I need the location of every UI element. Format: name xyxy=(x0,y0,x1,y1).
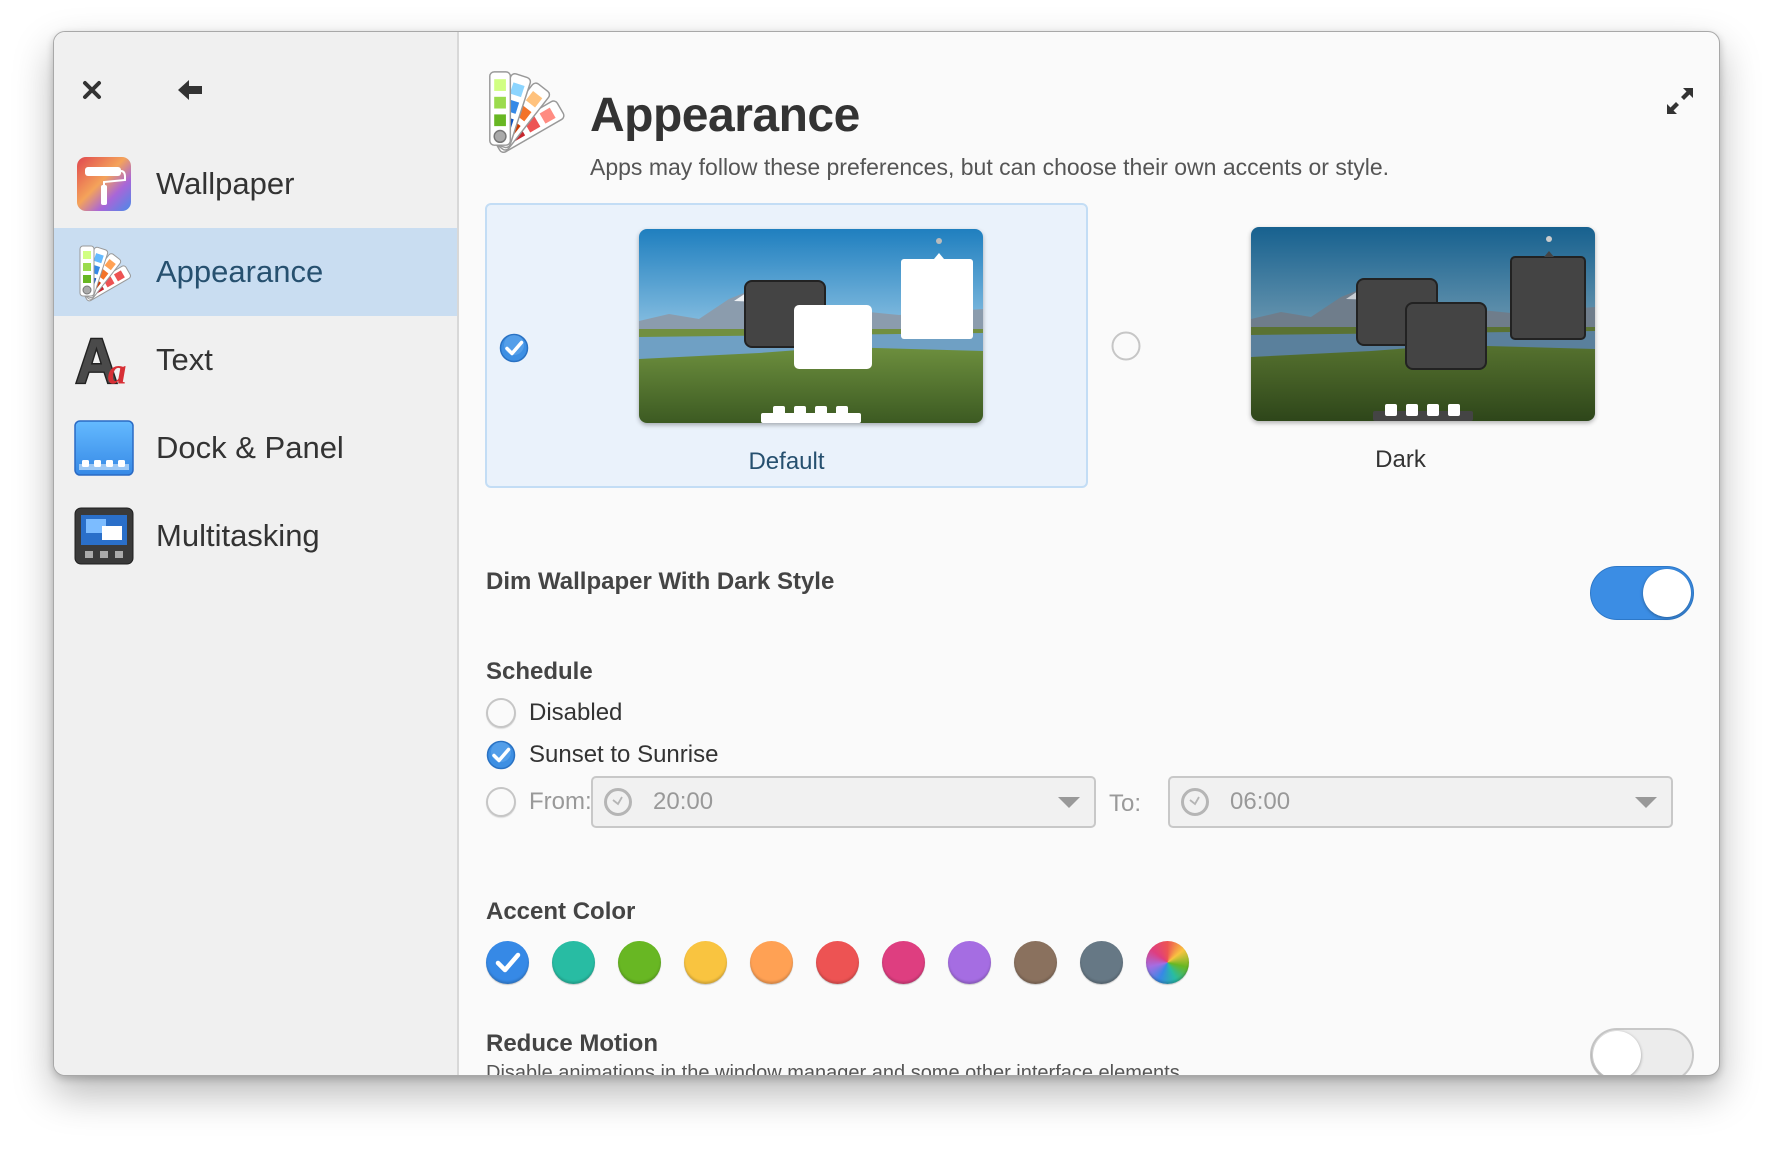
sidebar-item-dock-panel[interactable]: Dock & Panel xyxy=(54,404,457,492)
color-swatch-fan-icon xyxy=(481,66,569,154)
page-subtitle: Apps may follow these preferences, but c… xyxy=(590,154,1390,180)
style-option-label: Default xyxy=(748,448,825,475)
sidebar-item-wallpaper[interactable]: Wallpaper xyxy=(54,140,457,228)
sidebar-item-label: Wallpaper xyxy=(156,166,295,201)
accent-swatch-auto[interactable] xyxy=(1146,941,1189,984)
dark-style-preview xyxy=(1251,227,1595,421)
from-time-value: 20:00 xyxy=(653,788,714,815)
sidebar-item-appearance[interactable]: Appearance xyxy=(54,228,457,316)
chevron-down-icon xyxy=(1058,797,1080,808)
clock-icon xyxy=(604,788,632,816)
accent-swatch-bubblegum[interactable] xyxy=(882,941,925,984)
accent-color-swatches xyxy=(486,941,1212,984)
radio-unchecked-icon xyxy=(486,698,516,728)
accent-swatch-cocoa[interactable] xyxy=(1014,941,1057,984)
close-button[interactable] xyxy=(72,70,112,110)
reduce-motion-description: Disable animations in the window manager… xyxy=(486,1062,1186,1076)
style-option-default[interactable]: Default xyxy=(485,203,1088,488)
sidebar-item-label: Multitasking xyxy=(156,518,320,553)
radio-label: Disabled xyxy=(529,699,623,726)
accent-swatch-blue[interactable] xyxy=(486,941,529,984)
page-title: Appearance xyxy=(590,89,860,142)
wallpaper-roller-icon xyxy=(74,154,134,214)
accent-swatch-grape[interactable] xyxy=(948,941,991,984)
chevron-down-icon xyxy=(1635,797,1657,808)
accent-swatch-lime[interactable] xyxy=(618,941,661,984)
radio-label: From: xyxy=(529,788,592,815)
sidebar-nav: Wallpaper Appearance a Text Dock & Panel… xyxy=(54,140,457,580)
checkmark-icon xyxy=(495,952,520,972)
accent-swatch-strawberry[interactable] xyxy=(816,941,859,984)
accent-swatch-mint[interactable] xyxy=(552,941,595,984)
sidebar-item-label: Dock & Panel xyxy=(156,430,344,465)
sidebar-item-label: Text xyxy=(156,342,213,377)
to-time-value: 06:00 xyxy=(1230,788,1291,815)
appearance-pane: Appearance Apps may follow these prefere… xyxy=(459,32,1719,1075)
sidebar-item-label: Appearance xyxy=(156,254,324,289)
to-label: To: xyxy=(1109,790,1142,817)
accent-swatch-orange[interactable] xyxy=(750,941,793,984)
radio-checked-icon[interactable] xyxy=(499,333,529,363)
sidebar-item-text[interactable]: a Text xyxy=(54,316,457,404)
from-time-select[interactable]: 20:00 xyxy=(591,776,1096,828)
reduce-motion-label: Reduce Motion xyxy=(486,1030,658,1057)
to-time-select[interactable]: 06:00 xyxy=(1168,776,1673,828)
accent-swatch-slate[interactable] xyxy=(1080,941,1123,984)
settings-window: Wallpaper Appearance a Text Dock & Panel… xyxy=(53,31,1720,1076)
dim-wallpaper-toggle[interactable] xyxy=(1590,566,1694,620)
back-arrow-icon xyxy=(178,80,202,100)
schedule-title: Schedule xyxy=(486,658,593,685)
clock-icon xyxy=(1181,788,1209,816)
svg-text:a: a xyxy=(108,351,127,389)
style-option-dark[interactable]: Dark xyxy=(1099,203,1702,488)
style-option-label: Dark xyxy=(1375,446,1426,473)
radio-unchecked-icon xyxy=(486,787,516,817)
toggle-knob xyxy=(1643,569,1691,617)
close-icon xyxy=(83,81,101,99)
reduce-motion-toggle[interactable] xyxy=(1590,1028,1694,1075)
dim-wallpaper-label: Dim Wallpaper With Dark Style xyxy=(486,568,835,595)
toggle-knob xyxy=(1593,1031,1641,1075)
color-swatch-fan-icon xyxy=(74,242,134,302)
default-style-preview xyxy=(639,229,983,423)
accent-swatch-banana[interactable] xyxy=(684,941,727,984)
radio-checked-icon xyxy=(486,740,516,770)
multitasking-icon xyxy=(74,506,134,566)
schedule-sunset-radio[interactable]: Sunset to Sunrise xyxy=(486,740,718,770)
radio-unchecked-icon[interactable] xyxy=(1111,331,1141,361)
maximize-button[interactable] xyxy=(1663,84,1697,118)
dock-panel-icon xyxy=(74,418,134,478)
schedule-custom-radio[interactable]: From: xyxy=(486,787,592,817)
radio-label: Sunset to Sunrise xyxy=(529,741,719,768)
schedule-disabled-radio[interactable]: Disabled xyxy=(486,698,622,728)
font-aa-icon: a xyxy=(74,330,134,390)
sidebar-item-multitasking[interactable]: Multitasking xyxy=(54,492,457,580)
back-button[interactable] xyxy=(170,70,210,110)
expand-arrows-icon xyxy=(1667,88,1693,114)
accent-color-title: Accent Color xyxy=(486,898,636,925)
sidebar: Wallpaper Appearance a Text Dock & Panel… xyxy=(54,32,459,1075)
